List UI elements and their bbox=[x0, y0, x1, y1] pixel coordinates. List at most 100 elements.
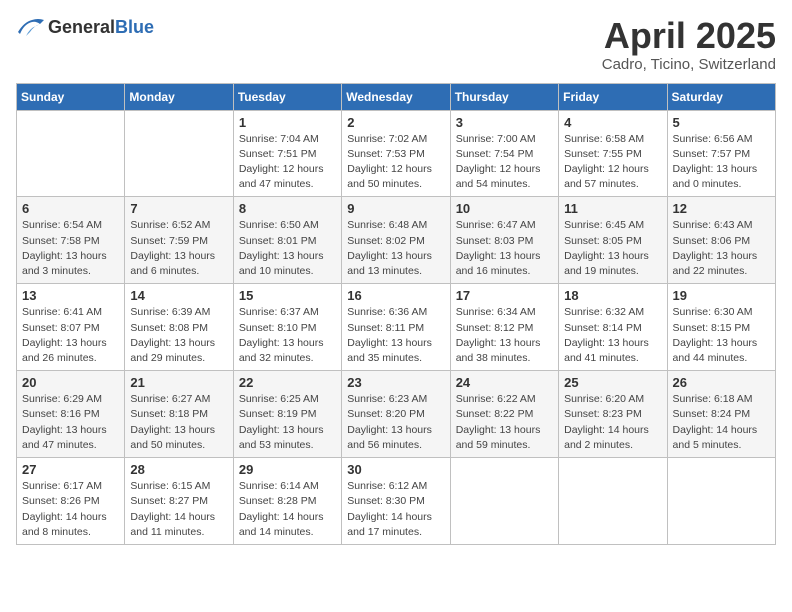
weekday-header: Tuesday bbox=[233, 83, 341, 110]
location-title: Cadro, Ticino, Switzerland bbox=[602, 56, 776, 73]
logo-general: General bbox=[48, 17, 115, 37]
day-detail: Sunrise: 7:02 AM Sunset: 7:53 PM Dayligh… bbox=[347, 132, 444, 193]
calendar-cell: 12 Sunrise: 6:43 AM Sunset: 8:06 PM Dayli… bbox=[667, 197, 775, 284]
weekday-header: Saturday bbox=[667, 83, 775, 110]
calendar-cell: 1Sunrise: 7:04 AM Sunset: 7:51 PM Daylig… bbox=[233, 110, 341, 197]
day-detail: Sunrise: 6:48 AM Sunset: 8:02 PM Dayligh… bbox=[347, 218, 444, 279]
day-number: 14 bbox=[130, 288, 227, 303]
day-number: 21 bbox=[130, 375, 227, 390]
day-number: 25 bbox=[564, 375, 661, 390]
day-number: 29 bbox=[239, 462, 336, 477]
calendar-cell: 24Sunrise: 6:22 AM Sunset: 8:22 PM Dayli… bbox=[450, 371, 558, 458]
day-detail: Sunrise: 6:56 AM Sunset: 7:57 PM Dayligh… bbox=[673, 132, 770, 193]
calendar-cell: 29 Sunrise: 6:14 AM Sunset: 8:28 PM Dayli… bbox=[233, 458, 341, 545]
day-number: 10 bbox=[456, 201, 553, 216]
calendar-cell: 4 Sunrise: 6:58 AM Sunset: 7:55 PM Daylig… bbox=[559, 110, 667, 197]
calendar-cell: 26 Sunrise: 6:18 AM Sunset: 8:24 PM Dayli… bbox=[667, 371, 775, 458]
calendar-cell: 19 Sunrise: 6:30 AM Sunset: 8:15 PM Dayli… bbox=[667, 284, 775, 371]
weekday-header: Friday bbox=[559, 83, 667, 110]
calendar-cell: 8Sunrise: 6:50 AM Sunset: 8:01 PM Daylig… bbox=[233, 197, 341, 284]
day-number: 23 bbox=[347, 375, 444, 390]
calendar-cell: 23 Sunrise: 6:23 AM Sunset: 8:20 PM Dayli… bbox=[342, 371, 450, 458]
calendar-cell: 13Sunrise: 6:41 AM Sunset: 8:07 PM Dayli… bbox=[17, 284, 125, 371]
logo-bird-icon bbox=[16, 16, 44, 38]
day-number: 18 bbox=[564, 288, 661, 303]
day-number: 8 bbox=[239, 201, 336, 216]
day-number: 9 bbox=[347, 201, 444, 216]
logo-blue: Blue bbox=[115, 17, 154, 37]
calendar-cell: 10 Sunrise: 6:47 AM Sunset: 8:03 PM Dayli… bbox=[450, 197, 558, 284]
calendar-cell bbox=[450, 458, 558, 545]
day-number: 15 bbox=[239, 288, 336, 303]
calendar-cell: 27 Sunrise: 6:17 AM Sunset: 8:26 PM Dayli… bbox=[17, 458, 125, 545]
calendar-week-row: 1Sunrise: 7:04 AM Sunset: 7:51 PM Daylig… bbox=[17, 110, 776, 197]
day-detail: Sunrise: 6:27 AM Sunset: 8:18 PM Dayligh… bbox=[130, 392, 227, 453]
day-number: 6 bbox=[22, 201, 119, 216]
day-detail: Sunrise: 6:37 AM Sunset: 8:10 PM Dayligh… bbox=[239, 305, 336, 366]
calendar-cell: 16 Sunrise: 6:36 AM Sunset: 8:11 PM Dayli… bbox=[342, 284, 450, 371]
day-number: 12 bbox=[673, 201, 770, 216]
calendar-cell: 2 Sunrise: 7:02 AM Sunset: 7:53 PM Daylig… bbox=[342, 110, 450, 197]
day-number: 22 bbox=[239, 375, 336, 390]
calendar-cell: 11Sunrise: 6:45 AM Sunset: 8:05 PM Dayli… bbox=[559, 197, 667, 284]
day-detail: Sunrise: 6:20 AM Sunset: 8:23 PM Dayligh… bbox=[564, 392, 661, 453]
calendar-week-row: 27 Sunrise: 6:17 AM Sunset: 8:26 PM Dayli… bbox=[17, 458, 776, 545]
day-detail: Sunrise: 6:23 AM Sunset: 8:20 PM Dayligh… bbox=[347, 392, 444, 453]
calendar-cell: 20Sunrise: 6:29 AM Sunset: 8:16 PM Dayli… bbox=[17, 371, 125, 458]
day-number: 27 bbox=[22, 462, 119, 477]
day-number: 30 bbox=[347, 462, 444, 477]
weekday-header: Monday bbox=[125, 83, 233, 110]
page-header: GeneralBlue April 2025 Cadro, Ticino, Sw… bbox=[16, 16, 776, 73]
calendar-cell: 22Sunrise: 6:25 AM Sunset: 8:19 PM Dayli… bbox=[233, 371, 341, 458]
day-detail: Sunrise: 7:04 AM Sunset: 7:51 PM Dayligh… bbox=[239, 132, 336, 193]
calendar-cell: 21 Sunrise: 6:27 AM Sunset: 8:18 PM Dayli… bbox=[125, 371, 233, 458]
day-number: 11 bbox=[564, 201, 661, 216]
calendar-cell: 6 Sunrise: 6:54 AM Sunset: 7:58 PM Daylig… bbox=[17, 197, 125, 284]
calendar-cell: 15 Sunrise: 6:37 AM Sunset: 8:10 PM Dayli… bbox=[233, 284, 341, 371]
day-number: 4 bbox=[564, 115, 661, 130]
calendar-cell: 14 Sunrise: 6:39 AM Sunset: 8:08 PM Dayli… bbox=[125, 284, 233, 371]
day-detail: Sunrise: 6:29 AM Sunset: 8:16 PM Dayligh… bbox=[22, 392, 119, 453]
day-number: 2 bbox=[347, 115, 444, 130]
day-number: 19 bbox=[673, 288, 770, 303]
calendar-cell: 17 Sunrise: 6:34 AM Sunset: 8:12 PM Dayli… bbox=[450, 284, 558, 371]
day-detail: Sunrise: 6:47 AM Sunset: 8:03 PM Dayligh… bbox=[456, 218, 553, 279]
calendar-week-row: 6 Sunrise: 6:54 AM Sunset: 7:58 PM Daylig… bbox=[17, 197, 776, 284]
day-number: 3 bbox=[456, 115, 553, 130]
weekday-header: Wednesday bbox=[342, 83, 450, 110]
calendar-week-row: 13Sunrise: 6:41 AM Sunset: 8:07 PM Dayli… bbox=[17, 284, 776, 371]
day-detail: Sunrise: 6:17 AM Sunset: 8:26 PM Dayligh… bbox=[22, 479, 119, 540]
calendar-cell: 25 Sunrise: 6:20 AM Sunset: 8:23 PM Dayli… bbox=[559, 371, 667, 458]
day-detail: Sunrise: 6:34 AM Sunset: 8:12 PM Dayligh… bbox=[456, 305, 553, 366]
calendar-cell bbox=[667, 458, 775, 545]
calendar-cell: 7 Sunrise: 6:52 AM Sunset: 7:59 PM Daylig… bbox=[125, 197, 233, 284]
day-detail: Sunrise: 6:12 AM Sunset: 8:30 PM Dayligh… bbox=[347, 479, 444, 540]
calendar-cell bbox=[17, 110, 125, 197]
calendar-cell: 5 Sunrise: 6:56 AM Sunset: 7:57 PM Daylig… bbox=[667, 110, 775, 197]
logo: GeneralBlue bbox=[16, 16, 154, 38]
day-detail: Sunrise: 6:22 AM Sunset: 8:22 PM Dayligh… bbox=[456, 392, 553, 453]
day-detail: Sunrise: 6:36 AM Sunset: 8:11 PM Dayligh… bbox=[347, 305, 444, 366]
day-detail: Sunrise: 6:43 AM Sunset: 8:06 PM Dayligh… bbox=[673, 218, 770, 279]
day-detail: Sunrise: 6:52 AM Sunset: 7:59 PM Dayligh… bbox=[130, 218, 227, 279]
month-title: April 2025 bbox=[602, 16, 776, 56]
day-number: 5 bbox=[673, 115, 770, 130]
day-detail: Sunrise: 6:18 AM Sunset: 8:24 PM Dayligh… bbox=[673, 392, 770, 453]
calendar-cell bbox=[125, 110, 233, 197]
day-detail: Sunrise: 6:14 AM Sunset: 8:28 PM Dayligh… bbox=[239, 479, 336, 540]
day-detail: Sunrise: 6:58 AM Sunset: 7:55 PM Dayligh… bbox=[564, 132, 661, 193]
day-number: 7 bbox=[130, 201, 227, 216]
day-detail: Sunrise: 6:54 AM Sunset: 7:58 PM Dayligh… bbox=[22, 218, 119, 279]
day-detail: Sunrise: 6:41 AM Sunset: 8:07 PM Dayligh… bbox=[22, 305, 119, 366]
day-detail: Sunrise: 6:39 AM Sunset: 8:08 PM Dayligh… bbox=[130, 305, 227, 366]
day-number: 17 bbox=[456, 288, 553, 303]
calendar-cell: 18Sunrise: 6:32 AM Sunset: 8:14 PM Dayli… bbox=[559, 284, 667, 371]
day-detail: Sunrise: 6:30 AM Sunset: 8:15 PM Dayligh… bbox=[673, 305, 770, 366]
calendar-cell: 30 Sunrise: 6:12 AM Sunset: 8:30 PM Dayli… bbox=[342, 458, 450, 545]
weekday-header: Thursday bbox=[450, 83, 558, 110]
calendar-cell: 3Sunrise: 7:00 AM Sunset: 7:54 PM Daylig… bbox=[450, 110, 558, 197]
day-number: 26 bbox=[673, 375, 770, 390]
title-block: April 2025 Cadro, Ticino, Switzerland bbox=[602, 16, 776, 73]
day-number: 16 bbox=[347, 288, 444, 303]
calendar-table: SundayMondayTuesdayWednesdayThursdayFrid… bbox=[16, 83, 776, 545]
